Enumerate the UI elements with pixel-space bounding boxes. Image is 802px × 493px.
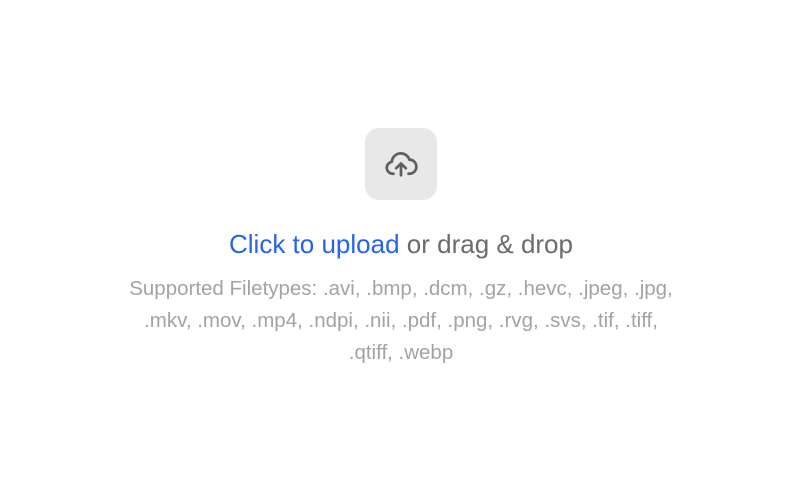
upload-icon-button[interactable] [365, 128, 437, 200]
click-to-upload-link[interactable]: Click to upload [229, 229, 400, 259]
drag-drop-text: or drag & drop [399, 229, 573, 259]
upload-dropzone[interactable]: Click to upload or drag & drop Supported… [0, 0, 802, 493]
supported-filetypes-text: Supported Filetypes: .avi, .bmp, .dcm, .… [129, 277, 673, 364]
cloud-upload-icon [383, 146, 419, 182]
upload-headline: Click to upload or drag & drop [0, 226, 802, 262]
